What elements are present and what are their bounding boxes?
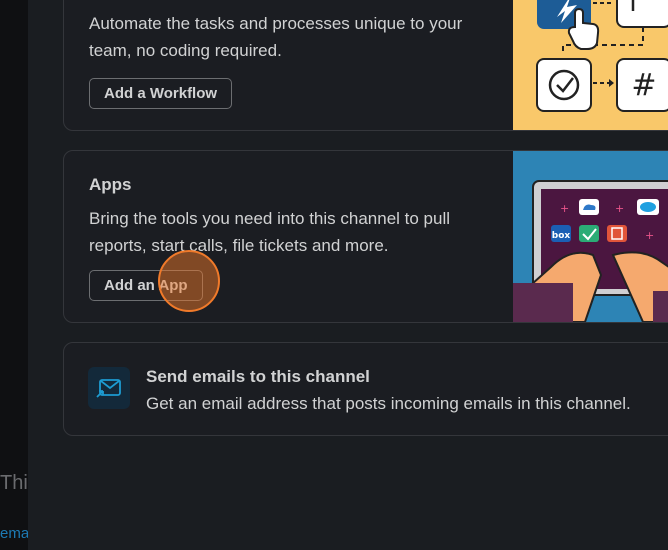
background-partial-link[interactable]: email — [0, 525, 28, 542]
svg-text:+: + — [560, 202, 569, 215]
email-card-title: Send emails to this channel — [146, 367, 370, 386]
email-card[interactable]: Send emails to this channel Get an email… — [63, 342, 668, 436]
add-app-button[interactable]: Add an App — [89, 270, 203, 301]
add-workflow-button[interactable]: Add a Workflow — [89, 78, 233, 109]
apps-illustration: + + box + — [513, 151, 668, 322]
svg-text:#: # — [631, 68, 656, 103]
workflow-card: Automate the tasks and processes unique … — [63, 0, 668, 131]
apps-title: Apps — [89, 175, 132, 194]
workflow-description: Automate the tasks and processes unique … — [89, 14, 463, 60]
svg-text:+: + — [645, 229, 654, 242]
background-partial-text: Thi — [0, 472, 28, 494]
email-icon-container — [88, 367, 130, 409]
email-forward-icon — [96, 379, 121, 398]
apps-card: Apps Bring the tools you need into this … — [63, 150, 668, 323]
svg-text:box: box — [552, 231, 571, 241]
workflow-illustration: # — [513, 0, 668, 130]
email-card-description: Get an email address that posts incoming… — [146, 394, 631, 413]
apps-description: Bring the tools you need into this chann… — [89, 209, 451, 255]
checkmark-circle-icon — [536, 58, 592, 112]
hashtag-icon: # — [616, 58, 668, 112]
channel-integrations-panel: Automate the tasks and processes unique … — [28, 0, 668, 550]
background-sidebar: Thi email — [0, 0, 28, 550]
svg-text:+: + — [615, 202, 624, 215]
